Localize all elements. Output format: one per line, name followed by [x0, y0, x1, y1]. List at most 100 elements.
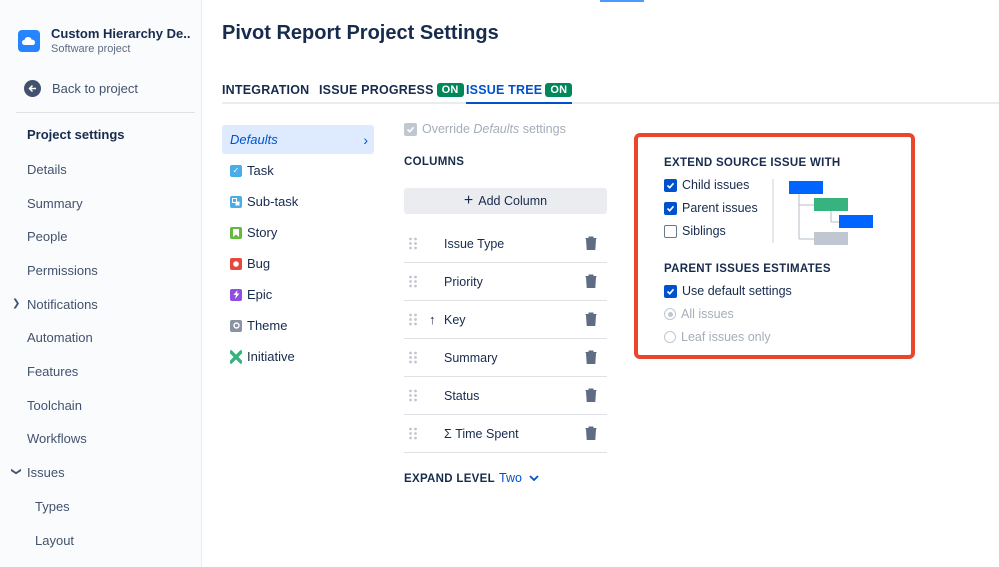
tab-integration-label: INTEGRATION [222, 83, 310, 97]
issue-type-epic[interactable]: Epic [222, 279, 374, 310]
sidebar: Custom Hierarchy De... Software project … [0, 0, 202, 567]
all-issues-radio[interactable]: All issues [664, 307, 734, 321]
back-to-project-link[interactable]: Back to project [24, 80, 138, 97]
drag-handle-icon[interactable] [408, 427, 418, 440]
plus-icon: + [463, 192, 474, 209]
sidebar-item-toolchain[interactable]: Toolchain [27, 398, 82, 413]
extend-source-panel: EXTEND SOURCE ISSUE WITH Child issues Pa… [634, 133, 915, 359]
top-progress-line [600, 0, 644, 2]
sidebar-item-types[interactable]: Types [35, 499, 70, 514]
chevron-down-icon[interactable]: ❯ [11, 467, 22, 475]
issue-type-label: Epic [247, 287, 273, 302]
child-issues-checkbox[interactable]: Child issues [664, 178, 749, 192]
drag-handle-icon[interactable] [408, 237, 418, 250]
sidebar-item-permissions[interactable]: Permissions [27, 263, 98, 278]
drag-handle-icon[interactable] [408, 313, 418, 326]
column-row[interactable]: Issue Type [404, 225, 607, 263]
tab-issue-progress-label: ISSUE PROGRESS [319, 83, 434, 97]
siblings-label: Siblings [682, 224, 726, 238]
subtask-icon [230, 195, 242, 208]
project-header[interactable]: Custom Hierarchy De... Software project [18, 26, 191, 55]
issue-type-defaults[interactable]: Defaults › [222, 125, 374, 154]
drag-handle-icon[interactable] [408, 389, 418, 402]
back-arrow-icon [24, 80, 41, 97]
column-label: Key [444, 312, 466, 327]
parent-issues-checkbox[interactable]: Parent issues [664, 201, 758, 215]
columns-heading: COLUMNS [404, 156, 465, 168]
task-icon: ✓ [230, 164, 242, 177]
column-row[interactable]: Σ Time Spent [404, 415, 607, 453]
trash-icon[interactable] [585, 274, 597, 288]
sidebar-item-notifications[interactable]: Notifications [27, 297, 98, 312]
issue-type-theme[interactable]: Theme [222, 310, 374, 341]
trash-icon[interactable] [585, 426, 597, 440]
project-avatar-icon [18, 30, 40, 52]
override-defaults-checkbox[interactable]: Override Defaults settings [404, 122, 566, 136]
issue-type-task[interactable]: ✓ Task [222, 155, 374, 186]
parent-estimates-heading: PARENT ISSUES ESTIMATES [664, 263, 831, 275]
issue-type-label: Sub-task [247, 194, 299, 209]
column-label: Issue Type [444, 236, 505, 251]
sort-ascending-icon[interactable]: ↑ [429, 312, 436, 327]
leaf-issues-radio[interactable]: Leaf issues only [664, 330, 771, 344]
issue-type-label: Story [247, 225, 278, 240]
sidebar-item-workflows[interactable]: Workflows [27, 431, 87, 446]
theme-icon [230, 319, 242, 332]
tab-integration[interactable]: INTEGRATION [222, 80, 309, 100]
parent-issues-label: Parent issues [682, 201, 758, 215]
issue-type-list: Defaults › ✓ Task Sub-task Story Bug Epi… [222, 125, 374, 372]
sidebar-item-automation[interactable]: Automation [27, 330, 93, 345]
tab-issue-tree[interactable]: ISSUE TREE ON [466, 80, 573, 104]
issue-type-story[interactable]: Story [222, 217, 374, 248]
column-row[interactable]: Status [404, 377, 607, 415]
expand-level-select[interactable]: Two [499, 471, 539, 485]
chevron-right-icon: › [363, 131, 368, 148]
sidebar-item-features[interactable]: Features [27, 364, 78, 379]
sidebar-item-details[interactable]: Details [27, 162, 67, 177]
siblings-checkbox[interactable]: Siblings [664, 224, 726, 238]
override-prefix: Override [422, 122, 474, 136]
trash-icon[interactable] [585, 236, 597, 250]
drag-handle-icon[interactable] [408, 275, 418, 288]
trash-icon[interactable] [585, 350, 597, 364]
page-title: Pivot Report Project Settings [222, 22, 499, 44]
sidebar-item-layout[interactable]: Layout [35, 533, 74, 548]
epic-icon [230, 288, 242, 301]
checkbox-checked-icon [664, 178, 677, 192]
override-suffix: settings [519, 122, 566, 136]
issue-type-label: Defaults [230, 132, 278, 147]
tab-issue-progress[interactable]: ISSUE PROGRESS ON [319, 80, 464, 100]
child-issues-label: Child issues [682, 178, 750, 192]
trash-icon[interactable] [585, 312, 597, 326]
hierarchy-illustration-icon [772, 179, 873, 245]
add-column-button[interactable]: + Add Column [404, 188, 607, 214]
override-defaults-word: Defaults [473, 122, 520, 136]
use-default-settings-label: Use default settings [682, 284, 792, 298]
column-row[interactable]: ↑ Key [404, 301, 607, 339]
chevron-right-icon[interactable]: ❯ [12, 298, 20, 309]
issue-type-initiative[interactable]: Initiative [222, 341, 374, 372]
expand-level-label: EXPAND LEVEL [404, 473, 495, 485]
issue-type-sub-task[interactable]: Sub-task [222, 186, 374, 217]
column-row[interactable]: Priority [404, 263, 607, 301]
status-badge: ON [436, 83, 464, 97]
issue-type-bug[interactable]: Bug [222, 248, 374, 279]
issue-type-label: Bug [247, 256, 271, 271]
checkbox-checked-icon [404, 122, 417, 136]
status-badge: ON [545, 83, 573, 97]
column-label: Σ Time Spent [444, 426, 519, 441]
project-type: Software project [51, 43, 131, 55]
chevron-down-icon [529, 475, 539, 481]
trash-icon[interactable] [585, 388, 597, 402]
sidebar-item-summary[interactable]: Summary [27, 196, 83, 211]
sidebar-item-people[interactable]: People [27, 229, 67, 244]
back-to-project-label: Back to project [52, 81, 138, 96]
sidebar-item-issues[interactable]: Issues [27, 465, 65, 480]
tab-issue-tree-label: ISSUE TREE [466, 83, 543, 97]
drag-handle-icon[interactable] [408, 351, 418, 364]
column-label: Summary [444, 350, 498, 365]
initiative-icon [230, 349, 242, 364]
radio-selected-icon [664, 308, 676, 320]
column-row[interactable]: Summary [404, 339, 607, 377]
use-default-settings-checkbox[interactable]: Use default settings [664, 284, 792, 298]
